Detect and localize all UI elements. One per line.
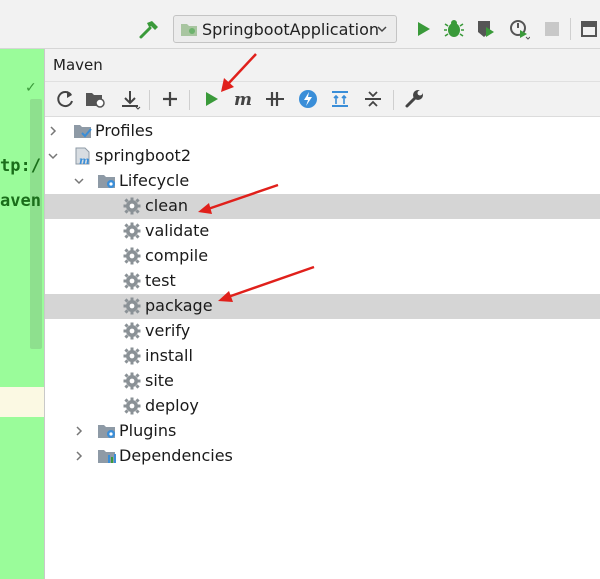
toolbar-separator — [189, 90, 190, 110]
coverage-icon[interactable] — [475, 18, 497, 40]
editor-tab-area — [0, 49, 44, 79]
profiles-folder-icon — [74, 125, 92, 138]
lifecycle-goal-site[interactable]: site — [45, 369, 600, 394]
lifecycle-goal-label: install — [145, 346, 193, 365]
run-configuration-selector[interactable]: SpringbootApplication — [173, 15, 397, 43]
check-icon: ✓ — [25, 80, 37, 96]
tree-item-label: Profiles — [95, 121, 154, 140]
skip-tests-icon[interactable] — [264, 88, 286, 110]
tree-item-label: Dependencies — [119, 446, 233, 465]
chevron-right-icon[interactable] — [73, 450, 85, 462]
offline-icon[interactable] — [297, 88, 319, 110]
code-line: aven — [0, 191, 41, 211]
tree-item-profiles[interactable]: Profiles — [45, 119, 600, 144]
dependencies-folder-icon — [98, 450, 116, 463]
chevron-right-icon[interactable] — [73, 425, 85, 437]
current-line-highlight — [0, 387, 44, 417]
chevron-down-icon[interactable] — [73, 175, 85, 187]
lifecycle-goal-install[interactable]: install — [45, 344, 600, 369]
plugins-folder-icon — [98, 425, 115, 438]
lifecycle-goal-compile[interactable]: compile — [45, 244, 600, 269]
toolbar-separator — [393, 90, 394, 110]
maven-title: Maven — [53, 56, 103, 74]
maven-tool-window: Maven m Profiles m springboot2 Lifecycle… — [44, 49, 600, 579]
lifecycle-goal-label: clean — [145, 196, 189, 215]
lifecycle-goal-label: package — [145, 296, 213, 315]
toolbar-separator — [570, 18, 571, 40]
tree-item-project[interactable]: m springboot2 — [45, 144, 600, 169]
lifecycle-goal-label: test — [145, 271, 176, 290]
gear-icon — [123, 272, 141, 290]
gear-icon — [123, 397, 141, 415]
lifecycle-goal-package[interactable]: package — [45, 294, 600, 319]
execute-goal-icon[interactable]: m — [232, 88, 254, 110]
project-structure-icon[interactable] — [578, 18, 600, 40]
lifecycle-goal-label: validate — [145, 221, 210, 240]
gear-icon — [123, 247, 141, 265]
lifecycle-goal-verify[interactable]: verify — [45, 319, 600, 344]
gear-icon — [123, 347, 141, 365]
gear-icon — [123, 197, 141, 215]
run-config-label: SpringbootApplication — [202, 19, 380, 39]
lifecycle-goal-label: verify — [145, 321, 191, 340]
gear-icon — [123, 297, 141, 315]
maven-toolbar: m — [45, 82, 600, 117]
lifecycle-goal-validate[interactable]: validate — [45, 219, 600, 244]
gear-icon — [123, 222, 141, 240]
tree-item-label: springboot2 — [95, 146, 191, 165]
add-icon[interactable] — [159, 88, 181, 110]
tree-item-label: Plugins — [119, 421, 177, 440]
svg-text:m: m — [79, 156, 90, 165]
lifecycle-goal-label: deploy — [145, 396, 199, 415]
hammer-icon[interactable] — [137, 18, 161, 42]
gear-icon — [123, 372, 141, 390]
run-config-icon — [181, 24, 197, 36]
tree-item-lifecycle[interactable]: Lifecycle — [45, 169, 600, 194]
download-icon[interactable] — [119, 88, 141, 110]
generate-sources-icon[interactable] — [84, 88, 106, 110]
toolbar-separator — [149, 90, 150, 110]
lifecycle-goal-label: compile — [145, 246, 209, 265]
svg-text:m: m — [234, 90, 252, 110]
editor-scrollbar[interactable] — [30, 99, 42, 349]
chevron-down-icon[interactable] — [47, 150, 59, 162]
maven-project-icon: m — [75, 147, 90, 165]
show-dependencies-icon[interactable] — [329, 88, 351, 110]
chevron-right-icon[interactable] — [47, 125, 59, 137]
settings-icon[interactable] — [403, 88, 425, 110]
tree-item-dependencies[interactable]: Dependencies — [45, 444, 600, 469]
main-toolbar: SpringbootApplication — [0, 0, 600, 49]
run-icon[interactable] — [412, 18, 434, 40]
lifecycle-goal-clean[interactable]: clean — [45, 194, 600, 219]
maven-title-bar: Maven — [45, 49, 600, 82]
tree-item-plugins[interactable]: Plugins — [45, 419, 600, 444]
lifecycle-goal-label: site — [145, 371, 174, 390]
collapse-all-icon[interactable] — [362, 88, 384, 110]
reload-icon[interactable] — [54, 88, 76, 110]
debug-icon[interactable] — [443, 18, 465, 40]
tree-item-label: Lifecycle — [119, 171, 190, 190]
profile-icon[interactable] — [508, 18, 530, 40]
lifecycle-goal-deploy[interactable]: deploy — [45, 394, 600, 419]
code-line: tp:/ — [0, 156, 41, 176]
chevron-down-icon — [377, 26, 387, 33]
lifecycle-goal-test[interactable]: test — [45, 269, 600, 294]
gear-icon — [123, 322, 141, 340]
stop-icon[interactable] — [541, 18, 563, 40]
lifecycle-folder-icon — [98, 175, 115, 188]
editor-gutter: ✓ tp:/ aven — [0, 49, 44, 579]
run-maven-build-icon[interactable] — [200, 88, 222, 110]
